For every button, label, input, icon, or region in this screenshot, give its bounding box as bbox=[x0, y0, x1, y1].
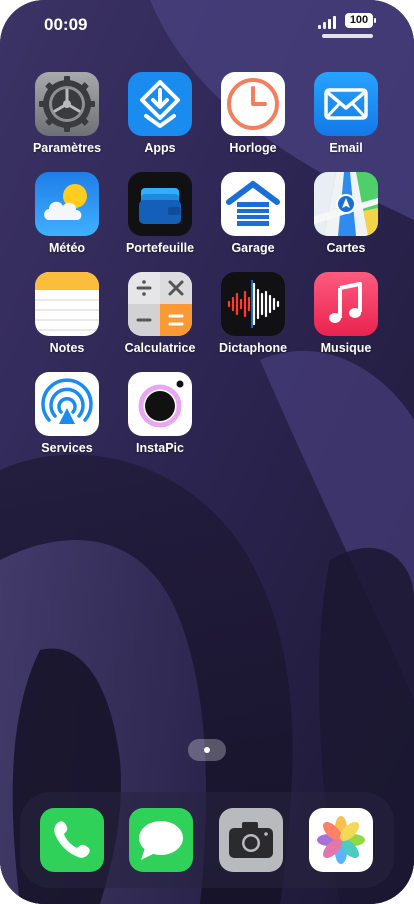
app-garage[interactable]: Garage bbox=[206, 172, 300, 268]
app-label: InstaPic bbox=[136, 441, 184, 455]
camera-icon bbox=[219, 808, 283, 872]
app-dictaphone[interactable]: Dictaphone bbox=[206, 272, 300, 368]
app-label: Email bbox=[329, 141, 363, 155]
maps-icon bbox=[314, 172, 378, 236]
dock-app-phone[interactable] bbox=[40, 808, 104, 872]
dock-app-messages[interactable] bbox=[129, 808, 193, 872]
clock-icon bbox=[221, 72, 285, 136]
app-notes[interactable]: Notes bbox=[20, 272, 114, 368]
settings-gear-icon bbox=[35, 72, 99, 136]
messages-bubble-icon bbox=[129, 808, 193, 872]
voice-memo-waveform-icon bbox=[221, 272, 285, 336]
app-label: Cartes bbox=[326, 241, 366, 255]
battery-indicator: 100 bbox=[345, 13, 373, 28]
camera-lens-icon bbox=[128, 372, 192, 436]
status-indicator-bar bbox=[322, 34, 373, 38]
app-instapic[interactable]: InstaPic bbox=[113, 372, 207, 468]
app-musique[interactable]: Musique bbox=[299, 272, 393, 368]
app-horloge[interactable]: Horloge bbox=[206, 72, 300, 168]
app-email[interactable]: Email bbox=[299, 72, 393, 168]
weather-sun-cloud-icon bbox=[35, 172, 99, 236]
status-time: 00:09 bbox=[44, 15, 88, 34]
app-label: Notes bbox=[49, 341, 85, 355]
app-label: Garage bbox=[231, 241, 275, 255]
app-label: Paramètres bbox=[32, 141, 102, 155]
app-calculatrice[interactable]: Calculatrice bbox=[113, 272, 207, 368]
notes-icon bbox=[35, 272, 99, 336]
app-label: Horloge bbox=[229, 141, 277, 155]
app-label: Musique bbox=[320, 341, 372, 355]
music-note-icon bbox=[314, 272, 378, 336]
app-label: Calculatrice bbox=[124, 341, 196, 355]
app-apps[interactable]: Apps bbox=[113, 72, 207, 168]
app-label: Portefeuille bbox=[125, 241, 195, 255]
app-store-download-icon bbox=[128, 72, 192, 136]
app-cartes[interactable]: Cartes bbox=[299, 172, 393, 268]
airdrop-signal-icon bbox=[35, 372, 99, 436]
app-label: Apps bbox=[144, 141, 176, 155]
app-label: Météo bbox=[48, 241, 86, 255]
dock-app-photos[interactable] bbox=[309, 808, 373, 872]
garage-house-icon bbox=[221, 172, 285, 236]
phone-handset-icon bbox=[40, 808, 104, 872]
cellular-signal-icon bbox=[318, 15, 340, 29]
mail-envelope-icon bbox=[314, 72, 378, 136]
wallet-cards-icon bbox=[128, 172, 192, 236]
home-screen: 00:09 100 Paramètres Apps Horloge Email … bbox=[0, 0, 414, 904]
page-indicator[interactable] bbox=[188, 739, 226, 761]
battery-tip bbox=[374, 18, 376, 23]
dock-app-camera[interactable] bbox=[219, 808, 283, 872]
page-dot-current bbox=[204, 747, 210, 753]
app-label: Dictaphone bbox=[218, 341, 288, 355]
calculator-icon bbox=[128, 272, 192, 336]
photos-flower-icon bbox=[309, 808, 373, 872]
app-parametres[interactable]: Paramètres bbox=[20, 72, 114, 168]
app-services[interactable]: Services bbox=[20, 372, 114, 468]
app-portefeuille[interactable]: Portefeuille bbox=[113, 172, 207, 268]
app-meteo[interactable]: Météo bbox=[20, 172, 114, 268]
app-label: Services bbox=[41, 441, 93, 455]
